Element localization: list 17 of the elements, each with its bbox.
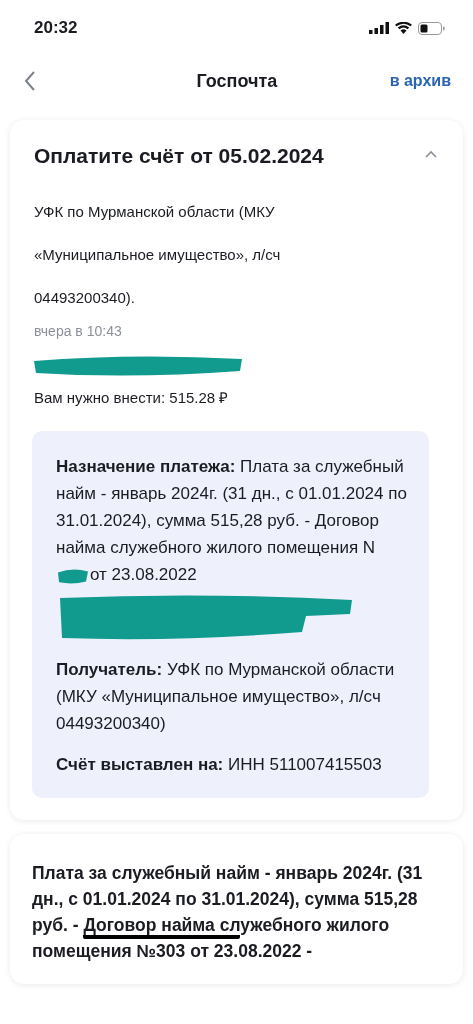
sender-text: УФК по Мурманской области (МКУ «Муниципальное имущество», л/сч 04493200340). [34, 202, 282, 308]
detail-text: Счёт выставлен на: ИНН 511007415503 [56, 754, 383, 776]
back-icon[interactable] [24, 70, 36, 92]
message-time: вчера в 10:43 [34, 323, 123, 339]
message-title: Оплатите счёт от 05.02.2024 [34, 144, 324, 168]
signal-icon [369, 22, 389, 34]
redaction-scribble [56, 566, 90, 585]
collapse-icon[interactable] [425, 150, 437, 158]
archive-link[interactable]: в архив [389, 72, 451, 90]
summary-text: Плата за служебный найм - январь 2024г. (31 дн., с 01.01.2024 по 31.01.2024), сумма 515,28 руб. - Договор найма служебного жилого помещения №303 от 23.08.2022 - [32, 862, 424, 963]
wifi-icon [395, 22, 412, 34]
battery-icon [418, 21, 445, 35]
screen-title: Госпочта [195, 70, 279, 92]
clock: 20:32 [34, 18, 78, 38]
detail-text: Получатель: УФК по Мурманской области (МКУ «Муниципальное имущество», л/сч 04493200340) [56, 659, 396, 735]
payment-purpose: Назначение платежа: Плата за служебный найм - январь 2024г. (31 дн., с 01.01.2024 по 31.01.2024), сумма 515,28 руб. - Договор найма служебного жилого помещения N от 23.08.2022 [56, 456, 407, 587]
amount-due: Вам нужно внести: 515.28 ₽ [34, 388, 230, 407]
